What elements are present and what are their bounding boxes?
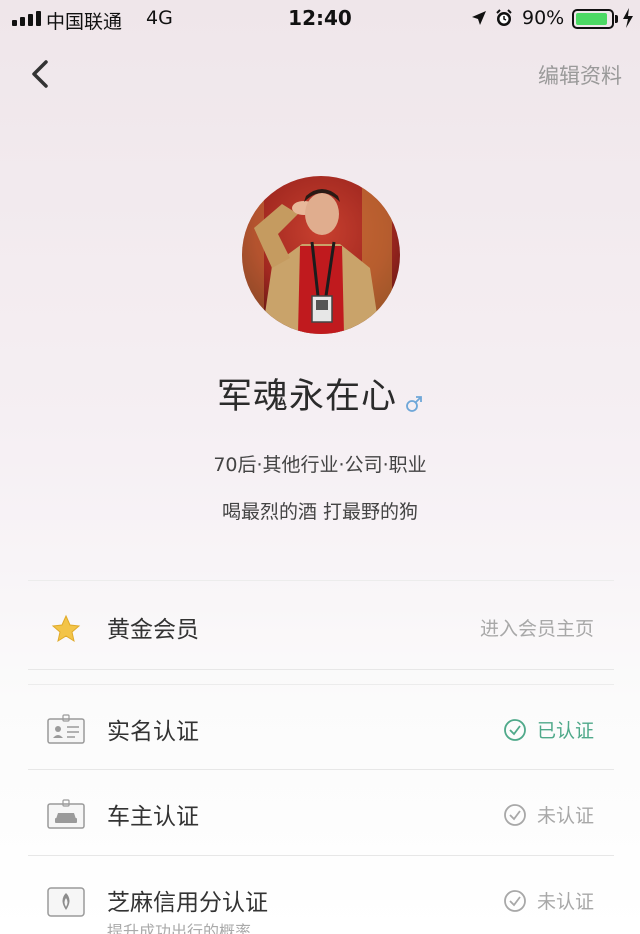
sesame-icon (47, 887, 85, 917)
battery-cap (615, 15, 618, 23)
car-card-icon (47, 799, 85, 829)
battery-percentage: 90% (522, 7, 565, 29)
check-circle-icon (504, 889, 526, 912)
edit-profile-button[interactable]: 编辑资料 (538, 60, 622, 90)
membership-action-label: 进入会员主页 (479, 618, 594, 640)
sesame-credit-label: 芝麻信用分认证 (107, 890, 268, 916)
list-item-car-owner[interactable]: 车主认证 未认证 (28, 770, 614, 856)
username: 军魂永在心 (216, 377, 397, 417)
real-name-label: 实名认证 (107, 719, 199, 745)
sesame-credit-status: 未认证 (503, 887, 594, 914)
check-circle-icon (504, 803, 526, 826)
list-item-sesame-credit[interactable]: 芝麻信用分认证 提升成功出行的概率 未认证 (28, 856, 614, 934)
profile-motto: 喝最烈的酒 打最野的狗 (221, 501, 419, 523)
real-name-status-text: 已认证 (536, 720, 594, 742)
avatar-photo (242, 176, 400, 334)
charging-bolt-icon (623, 8, 633, 28)
profile-tagline: 70后·其他行业·公司·职业 (213, 454, 427, 476)
male-icon (406, 396, 422, 412)
list-item-membership[interactable]: 黄金会员 进入会员主页 (28, 580, 614, 670)
sesame-credit-status-text: 未认证 (536, 891, 594, 913)
car-owner-status: 未认证 (503, 801, 594, 828)
alarm-icon (496, 9, 512, 26)
star-icon (51, 614, 81, 643)
status-bar: 中国联通 4G 12:40 90% (0, 0, 640, 36)
location-arrow-icon (472, 11, 486, 25)
sesame-credit-sublabel: 提升成功出行的概率 (107, 922, 252, 934)
battery-fill (576, 13, 607, 25)
battery-icon (572, 9, 614, 29)
profile-list: 黄金会员 进入会员主页 实名认证 已认证 车主认证 未认证 芝麻信用分认证 提升… (28, 580, 614, 934)
chevron-left-icon (32, 60, 48, 88)
car-owner-status-text: 未认证 (536, 805, 594, 827)
username-row: 军魂永在心 (0, 368, 640, 419)
id-card-icon (47, 714, 85, 744)
membership-action[interactable]: 进入会员主页 (480, 614, 594, 641)
check-circle-icon (504, 718, 526, 741)
real-name-status: 已认证 (503, 716, 594, 743)
membership-label: 黄金会员 (107, 617, 199, 643)
car-owner-label: 车主认证 (107, 804, 199, 830)
list-item-real-name[interactable]: 实名认证 已认证 (28, 684, 614, 770)
avatar[interactable] (242, 176, 400, 334)
back-button[interactable] (26, 56, 58, 92)
